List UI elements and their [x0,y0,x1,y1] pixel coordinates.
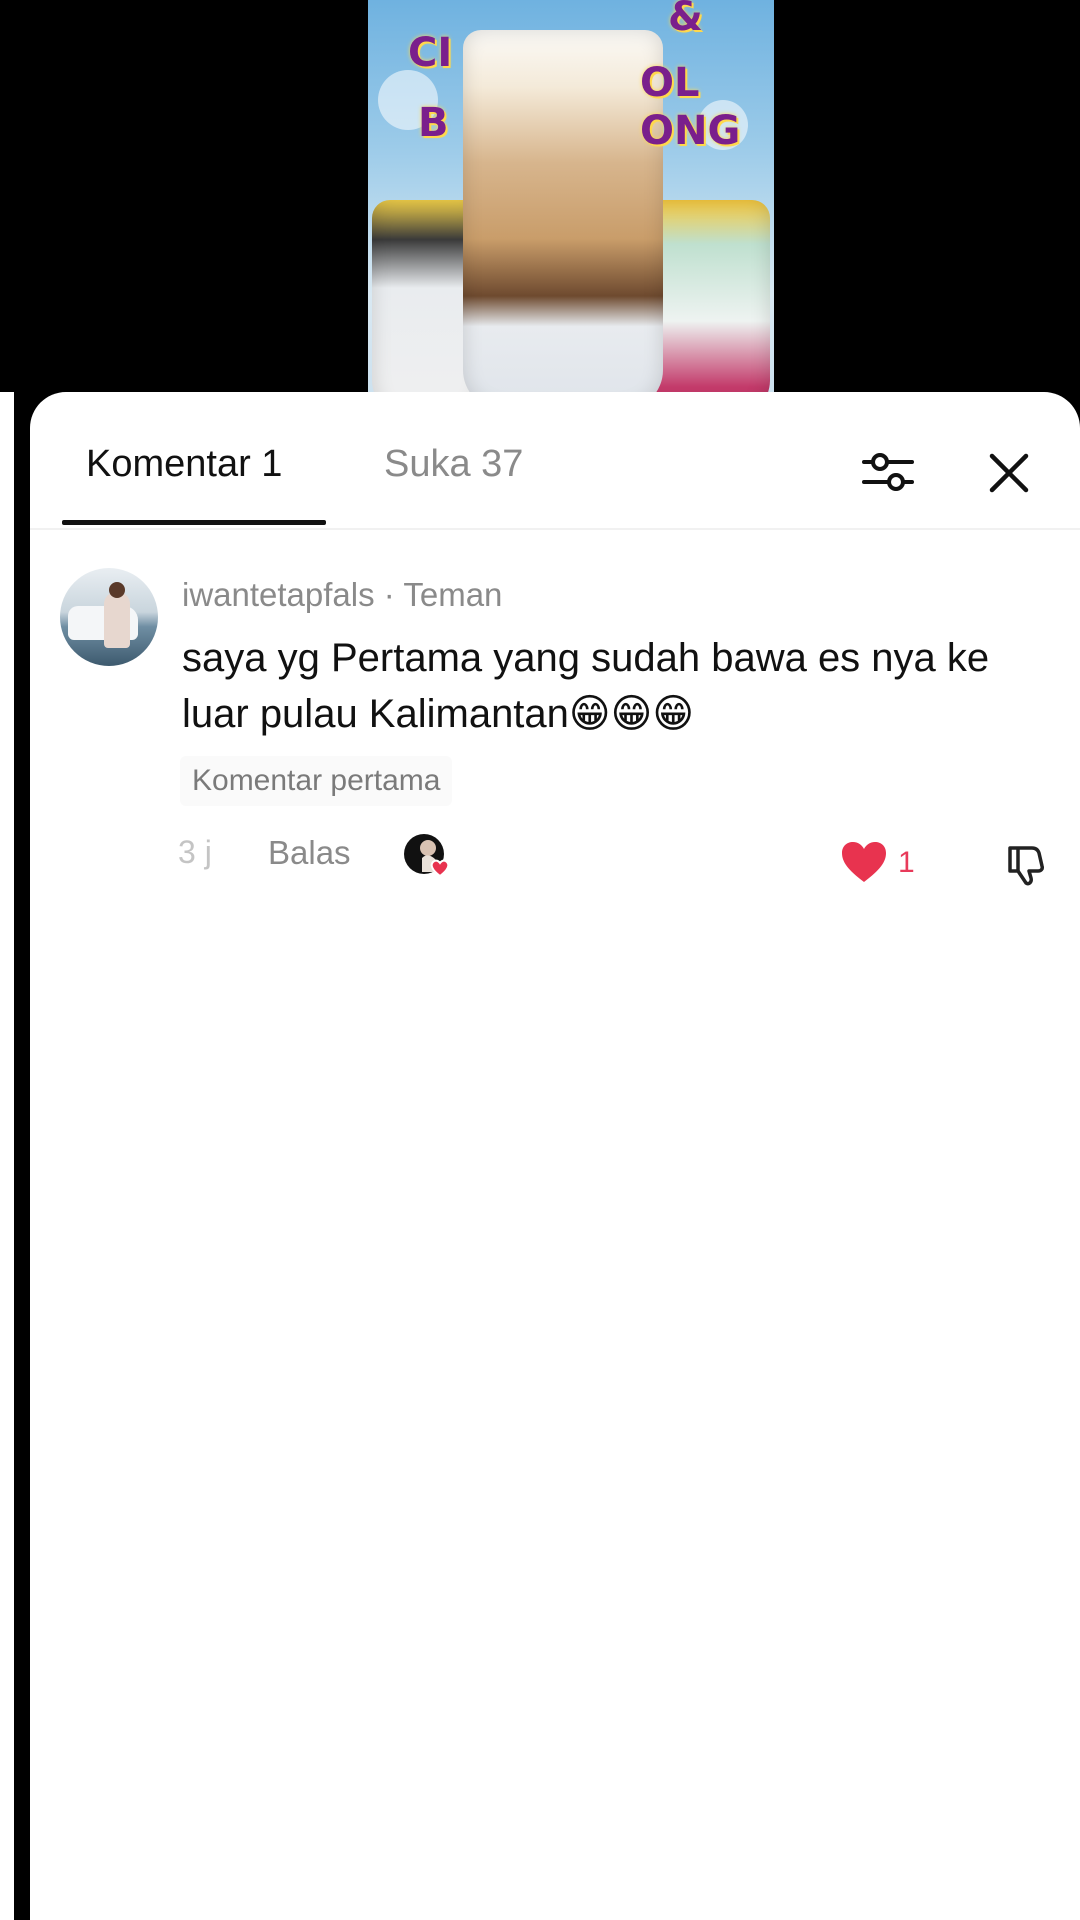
comment-text: saya yg Pertama yang sudah bawa es nya k… [182,636,990,736]
drink-cup-main [463,30,663,410]
first-comment-badge: Komentar pertama [180,756,453,806]
comment-author[interactable]: iwantetapfals · Teman [182,576,502,614]
relation-label: · Teman [383,576,503,613]
tab-likes[interactable]: Suka 37 [384,440,523,488]
logo-fragment: B [418,100,449,146]
logo-fragment: & [668,0,703,40]
comment-sheet [30,392,1080,1920]
creator-liked-icon [404,834,450,878]
reply-button[interactable]: Balas [268,834,351,872]
avatar[interactable] [60,568,158,666]
sliders-icon[interactable] [862,448,914,496]
logo-fragment: CI [408,30,453,76]
header-divider [30,528,1080,530]
comment-timestamp: 3 j [178,834,212,870]
active-tab-indicator [62,520,326,525]
video-preview[interactable]: & CI OL B ONG [368,0,774,420]
username[interactable]: iwantetapfals [182,576,375,613]
logo-fragment: OL [640,60,700,106]
like-count: 1 [898,846,915,879]
left-gap [14,392,20,1920]
logo-fragment: ONG [640,108,741,154]
left-edge [0,392,14,1920]
close-icon[interactable] [986,450,1032,496]
screen: & CI OL B ONG Komentar 1 Suka 37 iwantet… [0,0,1080,1920]
heart-icon[interactable] [840,840,888,884]
thumbs-down-icon[interactable] [1004,842,1050,888]
tab-comments[interactable]: Komentar 1 [86,440,282,488]
